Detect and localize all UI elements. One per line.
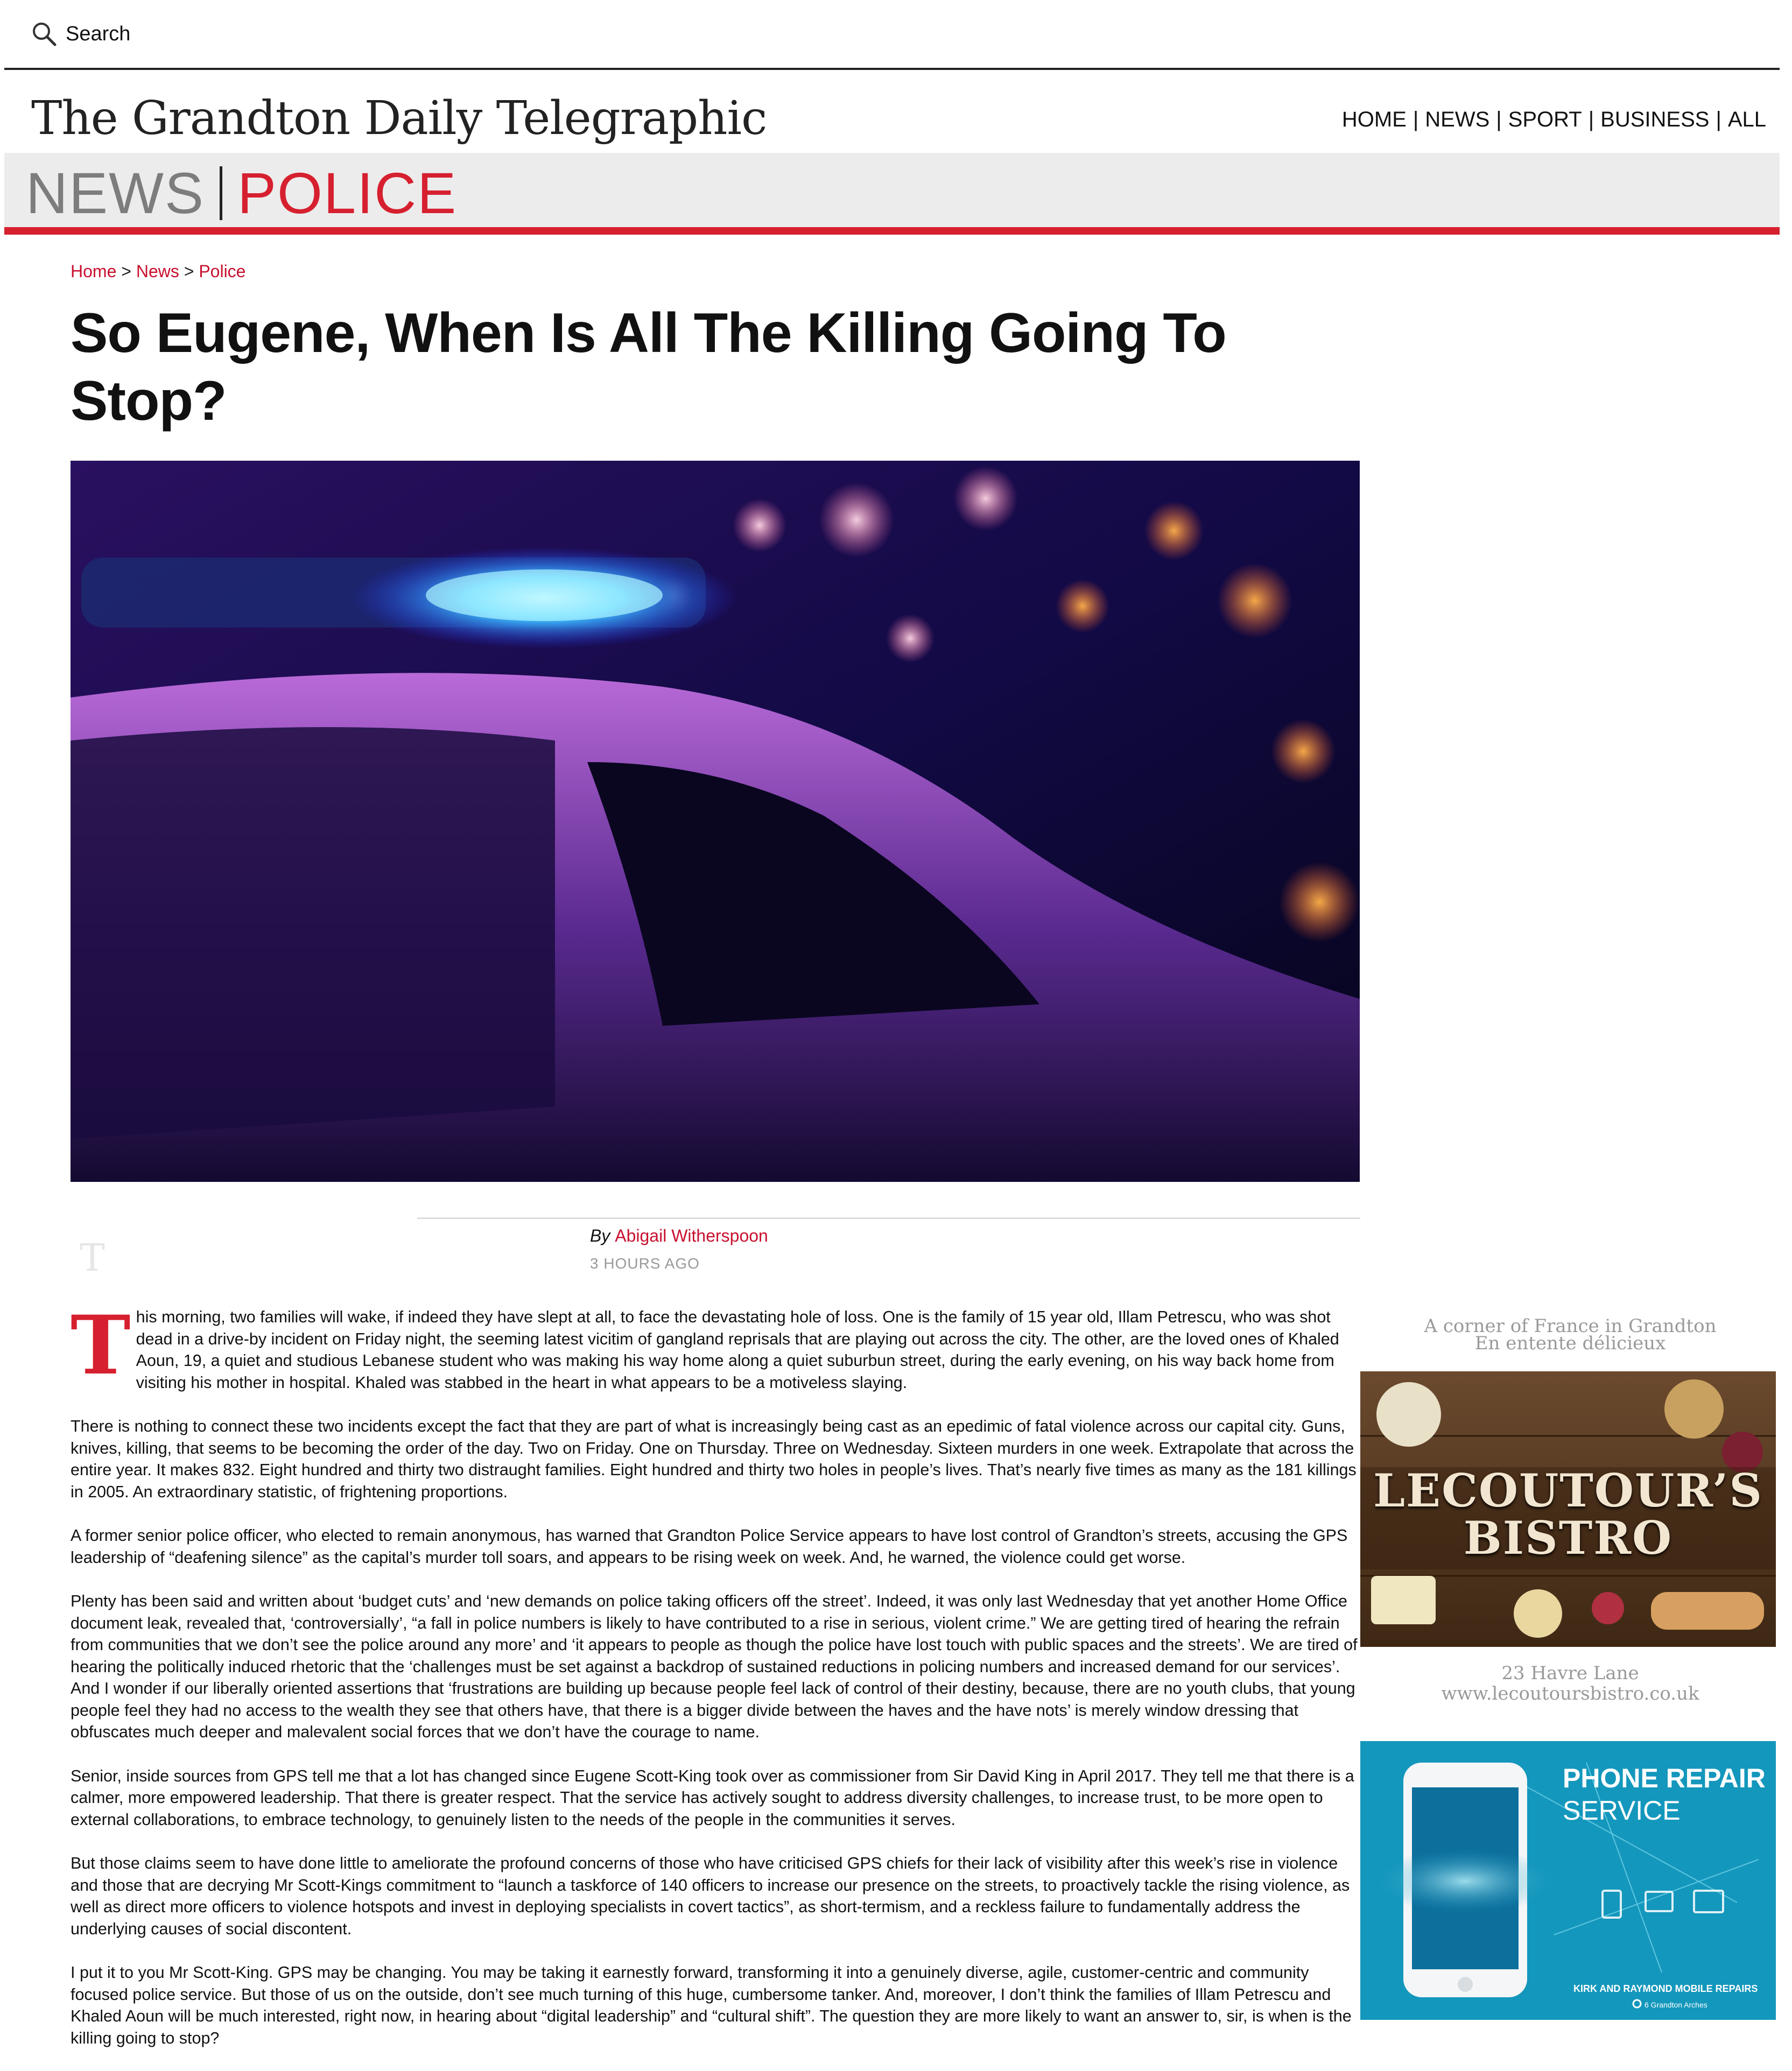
phone-ad-title-1: PHONE REPAIR — [1563, 1763, 1766, 1793]
nav-home[interactable]: HOME — [1342, 108, 1407, 132]
article-paragraph: I put it to you Mr Scott-King. GPS may b… — [71, 1963, 1352, 2047]
search-button[interactable]: Search — [31, 15, 130, 53]
timestamp: 3 HOURS AGO — [590, 1255, 700, 1272]
article-headline: So Eugene, When Is All The Killing Going… — [71, 302, 1227, 432]
bistro-tagline-2: En entente délicieux — [1474, 1333, 1666, 1354]
article-paragraph: A former senior police officer, who elec… — [71, 1526, 1348, 1567]
bistro-ad-tagline: A corner of France in Grandton En entent… — [1360, 1317, 1780, 1354]
monitor-icon — [1693, 1890, 1724, 1913]
nav-separator: | — [1412, 108, 1419, 131]
top-nav: HOME | NEWS | SPORT | BUSINESS | ALL — [1342, 108, 1766, 132]
search-label: Search — [66, 22, 131, 45]
nav-separator: | — [1716, 108, 1721, 131]
masthead-logo[interactable]: The Grandton Daily Telegraphic — [31, 91, 767, 145]
ghost-initial: T — [80, 1236, 105, 1280]
nav-news[interactable]: NEWS — [1425, 108, 1489, 132]
bistro-url[interactable]: www.lecoutoursbistro.co.uk — [1360, 1683, 1780, 1704]
article-paragraph: There is nothing to connect these two in… — [71, 1417, 1357, 1501]
byline: By Abigail Witherspoon — [590, 1226, 768, 1246]
bistro-address: 23 Havre Lane — [1501, 1663, 1639, 1684]
bistro-ad-image[interactable]: LECOUTOUR’S BISTRO — [1360, 1371, 1776, 1647]
paragraph-text: his morning, two families will wake, if … — [136, 1308, 1339, 1392]
byline-divider — [417, 1217, 1360, 1219]
phone-ad-location: 6 Grandton Arches — [1645, 2000, 1707, 2009]
drop-cap: T — [71, 1298, 131, 1393]
breadcrumb-sep: > — [184, 262, 194, 281]
laptop-icon — [1645, 1891, 1674, 1912]
section-divider — [220, 166, 222, 220]
article-paragraph: T his morning, two families will wake, i… — [71, 1298, 1361, 1393]
section-band-accent — [4, 227, 1780, 235]
nav-separator: | — [1496, 108, 1502, 131]
phone-ad-company: KIRK AND RAYMOND MOBILE REPAIRS — [1573, 1983, 1758, 1994]
nav-all[interactable]: ALL — [1728, 108, 1766, 132]
search-icon — [33, 23, 57, 46]
phone-ad-title-2: SERVICE — [1563, 1795, 1681, 1826]
article-paragraph: But those claims seem to have done littl… — [71, 1854, 1350, 1938]
phone-repair-ad[interactable]: PHONE REPAIR SERVICE KIRK AND RAYMOND MO… — [1360, 1741, 1776, 2020]
breadcrumb-sep: > — [121, 262, 131, 281]
nav-sport[interactable]: SPORT — [1508, 108, 1582, 132]
breadcrumb: Home > News > Police — [71, 262, 245, 281]
hero-image-police-car — [71, 461, 1360, 1182]
article-paragraph: Senior, inside sources from GPS tell me … — [71, 1766, 1354, 1829]
phone-icon — [1374, 1763, 1557, 1997]
section-primary: NEWS — [26, 160, 205, 226]
byline-prefix: By — [590, 1226, 610, 1245]
bistro-sign-line-2: BISTRO — [1463, 1511, 1673, 1565]
bistro-sign-line-1: LECOUTOUR’S — [1373, 1464, 1763, 1517]
location-pin-icon — [1632, 1999, 1642, 2009]
section-secondary: POLICE — [237, 160, 458, 226]
bistro-ad-address: 23 Havre Lane www.lecoutoursbistro.co.uk — [1360, 1663, 1780, 1704]
author-link[interactable]: Abigail Witherspoon — [615, 1226, 768, 1245]
breadcrumb-home[interactable]: Home — [71, 262, 116, 281]
breadcrumb-police[interactable]: Police — [199, 262, 245, 281]
article-body: T his morning, two families will wake, i… — [71, 1298, 1361, 2071]
section-title: NEWS POLICE — [26, 159, 457, 227]
header-divider — [4, 68, 1780, 70]
breadcrumb-news[interactable]: News — [136, 262, 179, 281]
nav-separator: | — [1588, 108, 1594, 131]
article-paragraph: Plenty has been said and written about ‘… — [71, 1592, 1358, 1741]
nav-business[interactable]: BUSINESS — [1600, 108, 1709, 132]
